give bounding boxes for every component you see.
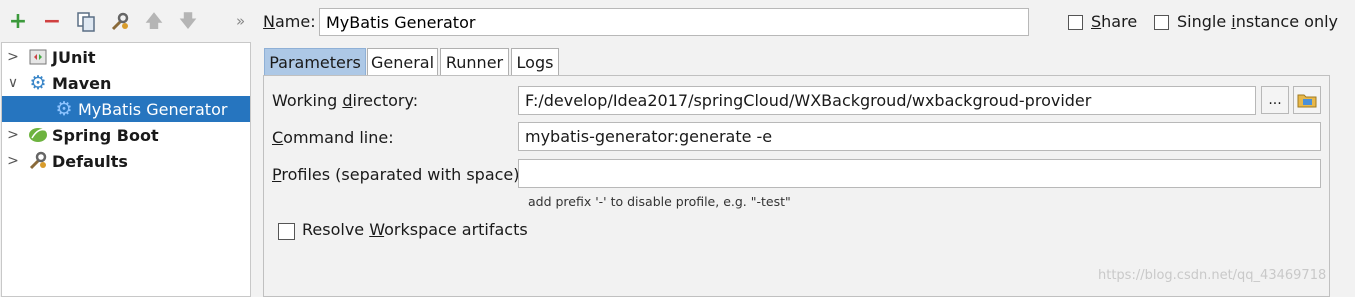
arrow-up-icon[interactable]: 🡅 bbox=[142, 10, 166, 34]
command-line-field[interactable]: mybatis-generator:generate -e bbox=[518, 122, 1321, 151]
tree-item-label: MyBatis Generator bbox=[78, 99, 228, 119]
folder-icon[interactable] bbox=[1293, 86, 1321, 114]
minus-icon[interactable]: − bbox=[40, 10, 64, 34]
arrow-down-icon[interactable]: 🡇 bbox=[176, 10, 200, 34]
tab-runner[interactable]: Runner bbox=[440, 48, 509, 76]
single-instance-label: Single instance only bbox=[1177, 12, 1338, 31]
tab-logs[interactable]: Logs bbox=[511, 48, 559, 76]
resolve-workspace-label: Resolve Workspace artifacts bbox=[302, 220, 528, 239]
single-instance-checkbox[interactable] bbox=[1154, 15, 1169, 30]
name-label: Name: bbox=[263, 12, 316, 31]
chevron-right-icon[interactable]: > bbox=[4, 127, 22, 143]
more-actions-icon[interactable]: » bbox=[236, 12, 245, 30]
tree-item-junit[interactable]: > JUnit bbox=[2, 44, 250, 70]
tree-item-spring-boot[interactable]: > Spring Boot bbox=[2, 122, 250, 148]
gear-icon: ⚙ bbox=[29, 72, 47, 94]
command-line-label: Command line: bbox=[272, 128, 394, 147]
chevron-right-icon[interactable]: > bbox=[4, 153, 22, 169]
tree-item-label: Maven bbox=[52, 73, 112, 93]
tree-item-label: Spring Boot bbox=[52, 125, 159, 145]
wrench-icon bbox=[28, 151, 48, 170]
browse-button[interactable]: ... bbox=[1261, 86, 1289, 114]
tab-parameters[interactable]: Parameters bbox=[264, 48, 366, 76]
share-label: Share bbox=[1091, 12, 1138, 31]
working-directory-field[interactable]: F:/develop/Idea2017/springCloud/WXBackgr… bbox=[518, 86, 1256, 115]
tree-item-label: JUnit bbox=[52, 47, 96, 67]
copy-icon[interactable] bbox=[74, 10, 98, 34]
watermark: https://blog.csdn.net/qq_43469718 bbox=[1098, 268, 1327, 283]
configuration-tree: > JUnit ∨ ⚙ Maven ⚙ MyBatis Generator > … bbox=[1, 42, 251, 297]
profiles-hint: add prefix '-' to disable profile, e.g. … bbox=[528, 194, 791, 209]
resolve-workspace-checkbox[interactable] bbox=[278, 223, 295, 240]
working-directory-label: Working directory: bbox=[272, 91, 419, 110]
tree-item-label: Defaults bbox=[52, 151, 128, 171]
spring-boot-icon bbox=[28, 126, 48, 144]
plus-icon[interactable]: + bbox=[6, 10, 30, 34]
profiles-field[interactable] bbox=[518, 159, 1321, 188]
tree-item-mybatis-generator[interactable]: ⚙ MyBatis Generator bbox=[2, 96, 250, 122]
chevron-right-icon[interactable]: > bbox=[4, 49, 22, 65]
tree-item-defaults[interactable]: > Defaults bbox=[2, 148, 250, 174]
wrench-icon[interactable] bbox=[108, 10, 132, 34]
share-checkbox[interactable] bbox=[1068, 15, 1083, 30]
tab-general[interactable]: General bbox=[367, 48, 438, 76]
tree-item-maven[interactable]: ∨ ⚙ Maven bbox=[2, 70, 250, 96]
profiles-label: Profiles (separated with space): bbox=[272, 165, 525, 184]
junit-icon bbox=[28, 48, 48, 66]
name-input[interactable] bbox=[319, 8, 1029, 36]
chevron-down-icon[interactable]: ∨ bbox=[4, 75, 22, 91]
gear-icon: ⚙ bbox=[55, 98, 73, 120]
